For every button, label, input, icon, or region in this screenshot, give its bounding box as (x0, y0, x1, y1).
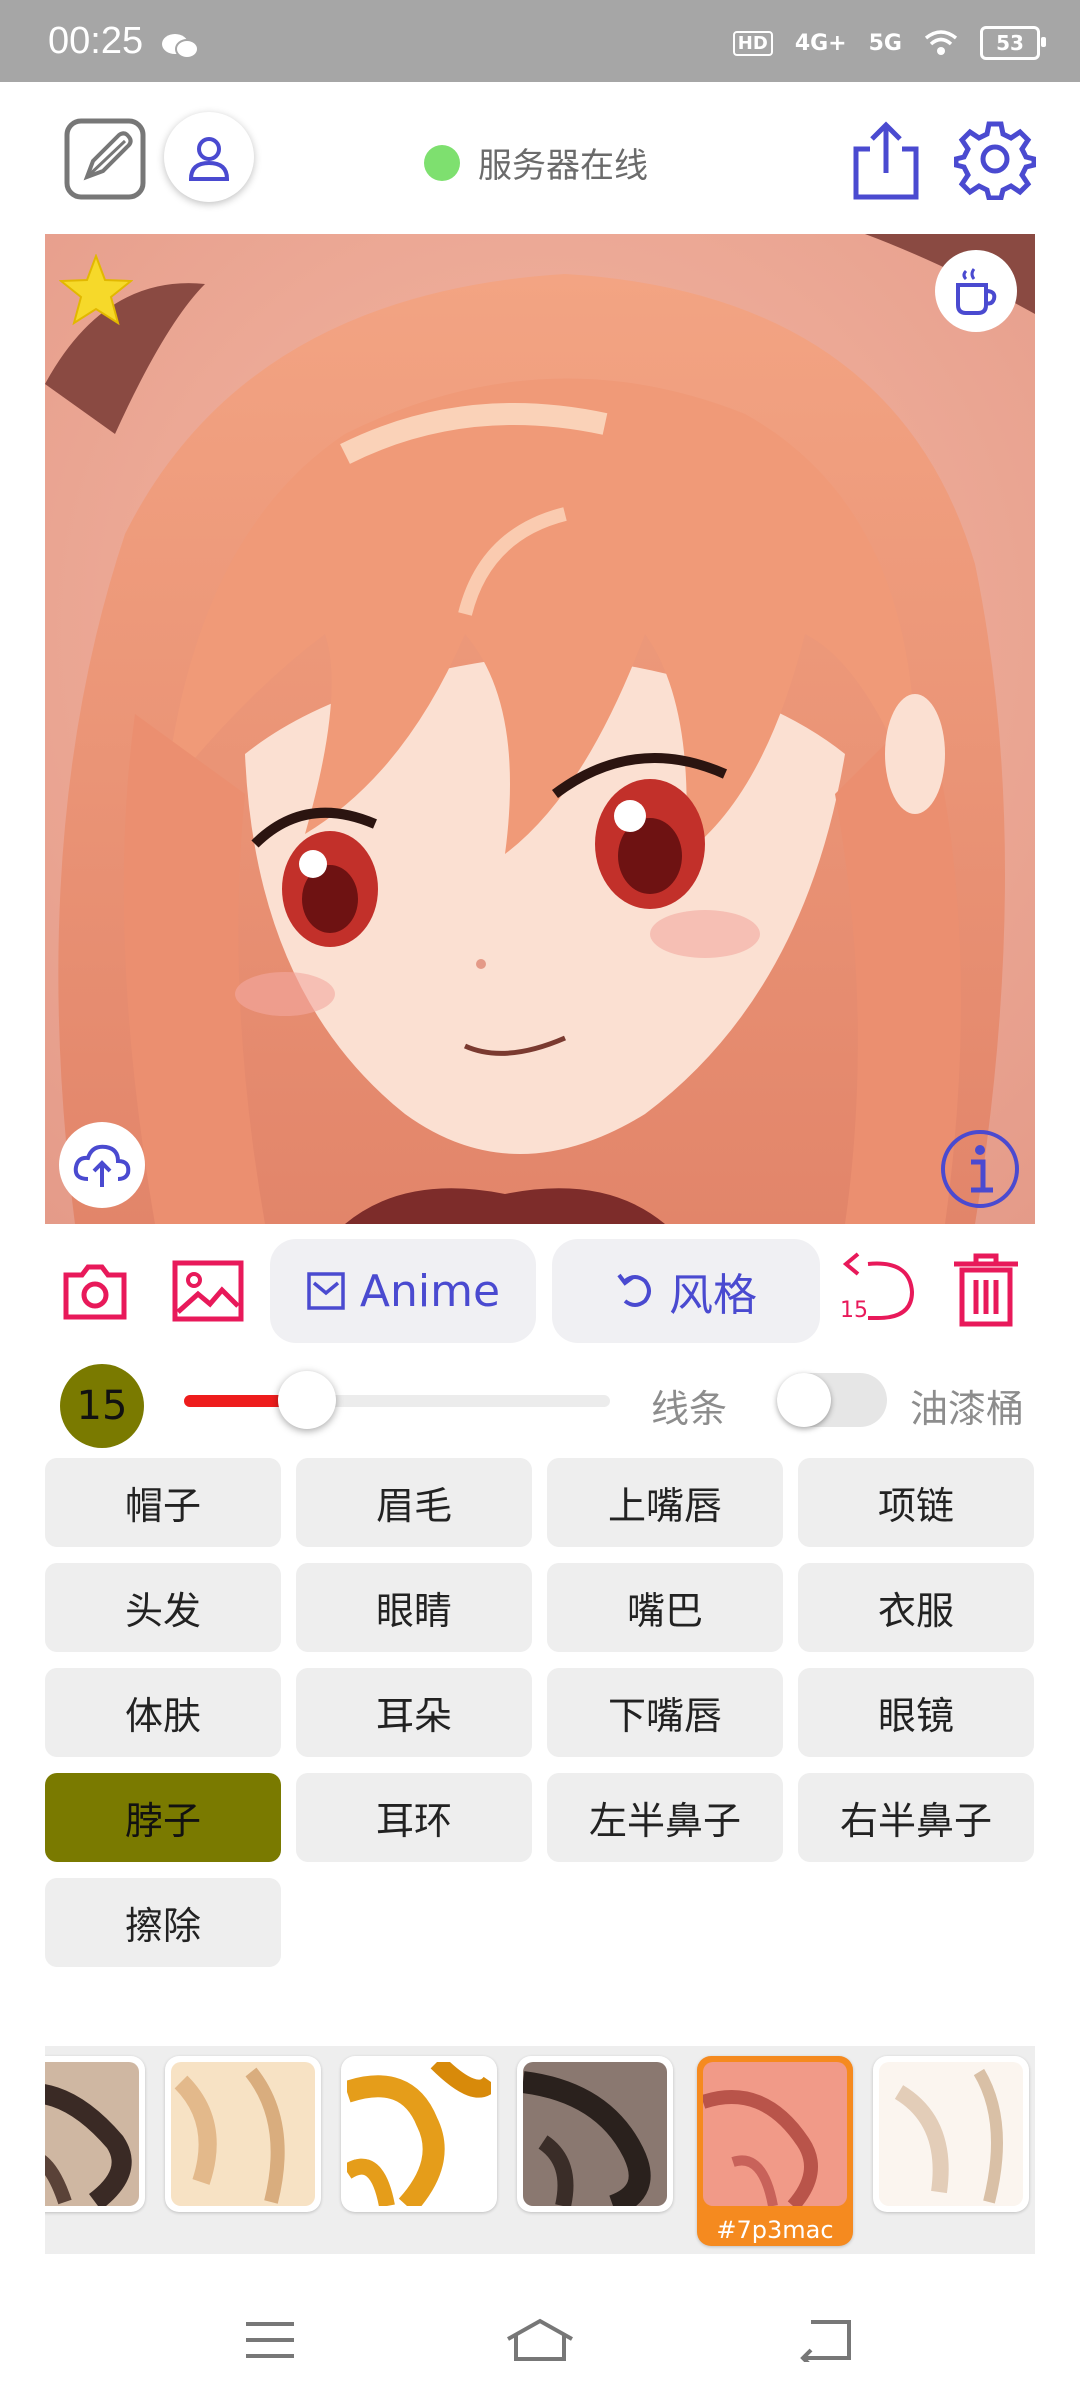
menu-nav-button[interactable] (230, 2300, 310, 2380)
anime-mode-label: Anime (359, 1265, 501, 1317)
part-button[interactable]: 头发 (45, 1563, 281, 1652)
toggle-knob (777, 1373, 831, 1427)
part-button[interactable]: 擦除 (45, 1878, 281, 1967)
undo-button[interactable]: 15 (838, 1252, 920, 1330)
part-button[interactable]: 衣服 (798, 1563, 1034, 1652)
status-indicators: HD 4G+ 5G 53 (732, 26, 1046, 60)
paint-bucket-toggle[interactable] (777, 1373, 887, 1427)
part-button[interactable]: 眼睛 (296, 1563, 532, 1652)
brush-size-slider-thumb[interactable] (278, 1371, 336, 1429)
server-status: 服务器在线 (424, 138, 648, 187)
camera-button[interactable] (58, 1254, 132, 1328)
swatch-item-selected[interactable]: #7p3mac (697, 2056, 853, 2246)
edit-icon (64, 118, 146, 200)
coffee-button[interactable] (935, 250, 1017, 332)
info-icon[interactable] (939, 1128, 1021, 1210)
part-button[interactable]: 眉毛 (296, 1458, 532, 1547)
part-button[interactable]: 项链 (798, 1458, 1034, 1547)
server-status-text: 服务器在线 (478, 146, 648, 186)
style-label: 风格 (669, 1270, 757, 1321)
account-button[interactable] (164, 112, 254, 202)
swatch-item[interactable] (165, 2056, 321, 2212)
brush-size-indicator: 15 (60, 1364, 144, 1448)
anime-mode-button[interactable]: Anime (270, 1239, 536, 1343)
user-icon (188, 137, 230, 181)
line-mode-label: 线条 (651, 1387, 728, 1431)
part-button[interactable]: 下嘴唇 (547, 1668, 783, 1757)
menu-icon (246, 2322, 294, 2358)
camera-icon (63, 1264, 127, 1320)
signal-4g: 4G+ (794, 30, 847, 56)
mail-icon (307, 1272, 345, 1310)
swatch-tag: #7p3mac (716, 2216, 834, 2244)
server-status-dot (424, 144, 460, 181)
part-button[interactable]: 耳朵 (296, 1668, 532, 1757)
status-bar: 00:25 HD 4G+ 5G 53 (0, 0, 1080, 82)
gear-icon (954, 121, 1036, 200)
paint-bucket-label: 油漆桶 (910, 1387, 1025, 1431)
swatch-item[interactable] (341, 2056, 497, 2212)
cloud-upload-icon (73, 1144, 131, 1187)
rotate-icon (617, 1273, 651, 1307)
gallery-button[interactable] (170, 1256, 246, 1326)
status-time: 00:25 (48, 20, 144, 62)
battery-indicator: 53 (980, 26, 1046, 60)
part-button[interactable]: 耳环 (296, 1773, 532, 1862)
home-nav-button[interactable] (500, 2300, 580, 2380)
trash-icon (954, 1253, 1018, 1327)
part-button[interactable]: 体肤 (45, 1668, 281, 1757)
image-icon (172, 1260, 244, 1322)
upload-button[interactable] (59, 1122, 145, 1208)
undo-count: 15 (840, 1298, 868, 1323)
wechat-icon (162, 34, 199, 59)
wifi-icon (924, 30, 958, 55)
part-button[interactable]: 眼镜 (798, 1668, 1034, 1757)
part-button[interactable]: 左半鼻子 (547, 1773, 783, 1862)
swatch-item[interactable] (45, 2056, 145, 2212)
share-button[interactable] (846, 118, 926, 204)
part-button[interactable]: 帽子 (45, 1458, 281, 1547)
drawing-canvas[interactable] (45, 234, 1035, 1224)
settings-button[interactable] (952, 116, 1038, 202)
coffee-icon (956, 268, 997, 315)
part-button[interactable]: 脖子 (45, 1773, 281, 1862)
part-button[interactable]: 上嘴唇 (547, 1458, 783, 1547)
share-icon (853, 121, 919, 200)
back-icon (800, 2320, 851, 2362)
favorite-star-icon[interactable] (59, 254, 133, 326)
home-icon (507, 2318, 573, 2361)
swatch-item[interactable] (517, 2056, 673, 2212)
hd-badge: HD (732, 30, 773, 56)
edit-button[interactable] (60, 114, 150, 204)
style-swatch-strip[interactable]: #7p3mac (45, 2046, 1035, 2254)
part-button[interactable]: 嘴巴 (547, 1563, 783, 1652)
back-nav-button[interactable] (786, 2300, 866, 2380)
delete-button[interactable] (946, 1248, 1026, 1332)
anime-portrait (45, 234, 1035, 1224)
part-button[interactable]: 右半鼻子 (798, 1773, 1034, 1862)
swatch-item[interactable] (873, 2056, 1029, 2212)
signal-5g: 5G (868, 30, 902, 56)
style-button[interactable]: 风格 (552, 1239, 820, 1343)
